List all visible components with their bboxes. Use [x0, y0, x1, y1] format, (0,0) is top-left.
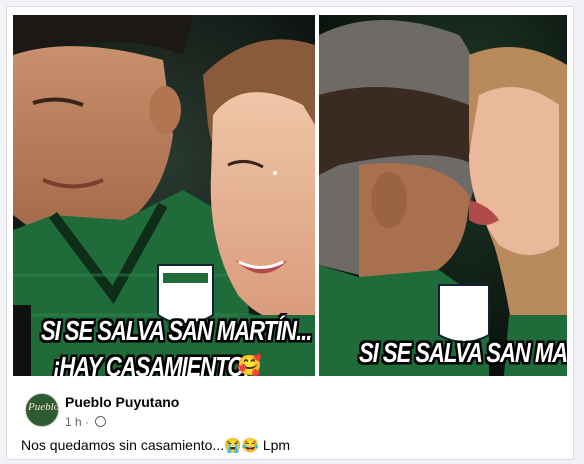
page-avatar[interactable]: Pueblo: [25, 393, 59, 427]
photo-panel-right: SI SE SALVA SAN MARTÍN: [319, 15, 567, 376]
photo-panel-left: SI SE SALVA SAN MARTÍN... ¡HAY CASAMIENT…: [13, 15, 315, 376]
post-photo[interactable]: SI SE SALVA SAN MARTÍN... ¡HAY CASAMIENT…: [13, 15, 567, 376]
caption-line-1: SI SE SALVA SAN MARTÍN...: [41, 315, 312, 347]
author-name[interactable]: Pueblo Puyutano: [65, 394, 179, 410]
caption-line-2: ¡HAY CASAMIENTO!: [53, 351, 251, 376]
post-time-label: 1 h: [65, 415, 82, 429]
avatar-logo-text: Pueblo: [28, 401, 59, 413]
post-time[interactable]: 1 h ·: [65, 415, 107, 429]
time-separator: ·: [85, 415, 90, 429]
post-card: SI SE SALVA SAN MARTÍN... ¡HAY CASAMIENT…: [6, 6, 574, 460]
globe-icon: [95, 416, 107, 427]
caption-right: SI SE SALVA SAN MARTÍN: [359, 337, 567, 369]
post-meta: Pueblo Pueblo Puyutano 1 h · Nos quedamo…: [7, 379, 573, 459]
post-text: Nos quedamos sin casamiento...😭😂 Lpm: [21, 437, 291, 453]
right-scene: [319, 15, 567, 376]
caption-emoji: 🥰: [237, 355, 262, 376]
